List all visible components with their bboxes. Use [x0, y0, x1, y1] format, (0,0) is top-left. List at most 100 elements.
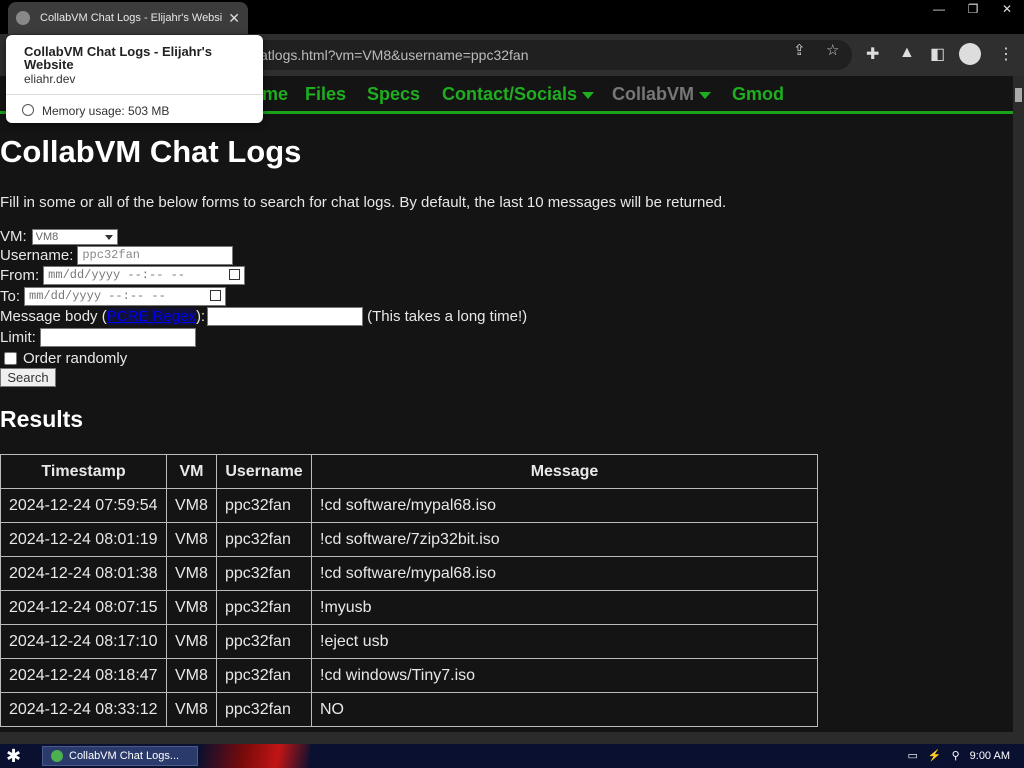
cell-message: !myusb	[311, 590, 818, 625]
cell-username: ppc32fan	[216, 488, 312, 523]
calendar-icon[interactable]	[229, 269, 241, 280]
table-row: 2024-12-24 08:01:38 VM8 ppc32fan !cd softwa…	[0, 556, 818, 591]
taskbar-item-label: CollabVM Chat Logs...	[69, 750, 180, 762]
cell-vm: VM8	[166, 692, 217, 727]
column-header-username: Username	[216, 454, 312, 489]
vertical-scrollbar[interactable]	[1013, 76, 1024, 732]
page-title: CollabVM Chat Logs	[0, 134, 302, 169]
hover-card-domain: eliahr.dev	[24, 72, 76, 86]
browser-tab[interactable]: CollabVM Chat Logs - Elijahr's Website ✕	[8, 2, 248, 34]
table-row: 2024-12-24 08:07:15 VM8 ppc32fan !myusb	[0, 590, 818, 625]
cell-vm: VM8	[166, 488, 217, 523]
nav-item-home[interactable]: me	[262, 84, 288, 105]
cell-timestamp: 2024-12-24 08:01:19	[0, 522, 167, 557]
nav-item-collabvm-label: CollabVM	[612, 84, 695, 104]
cell-username: ppc32fan	[216, 624, 312, 659]
extensions-icon[interactable]: ✚	[866, 44, 879, 64]
tab-hover-card: CollabVM Chat Logs - Elijahr's Website e…	[6, 35, 263, 123]
labs-flask-icon[interactable]: ▲	[899, 44, 915, 62]
random-row: Order randomly	[0, 350, 127, 367]
table-header-row: Timestamp VM Username Message	[0, 454, 818, 489]
vm-select[interactable]: VM8	[31, 228, 118, 245]
username-input[interactable]: ppc32fan	[77, 246, 234, 265]
taskbar-item-browser[interactable]: CollabVM Chat Logs...	[42, 746, 198, 766]
message-label-pre: Message body (	[0, 308, 107, 325]
limit-row: Limit:	[0, 328, 196, 347]
table-row: 2024-12-24 08:18:47 VM8 ppc32fan !cd window…	[0, 658, 818, 693]
divider	[6, 94, 263, 95]
message-row: Message body ( PCRE Regex ): (This takes…	[0, 307, 527, 326]
cell-username: ppc32fan	[216, 522, 312, 557]
bookmark-star-icon[interactable]: ☆	[826, 41, 839, 59]
order-randomly-checkbox[interactable]	[4, 352, 17, 365]
column-header-message: Message	[311, 454, 818, 489]
column-header-timestamp: Timestamp	[0, 454, 167, 489]
from-label: From:	[0, 267, 40, 284]
cell-vm: VM8	[166, 658, 217, 693]
memory-gauge-icon	[22, 104, 34, 116]
nav-item-contact[interactable]: Contact/Socials	[442, 84, 595, 105]
limit-input[interactable]	[39, 328, 196, 347]
browser-app-icon	[51, 750, 63, 762]
cell-timestamp: 2024-12-24 08:17:10	[0, 624, 167, 659]
to-label: To:	[0, 288, 21, 305]
cell-timestamp: 2024-12-24 08:18:47	[0, 658, 167, 693]
dropdown-caret-icon	[582, 91, 595, 99]
calendar-icon[interactable]	[210, 290, 222, 301]
start-button-icon[interactable]: ✱	[6, 746, 21, 767]
username-label: Username:	[0, 247, 74, 264]
network-icon[interactable]: ⚡	[928, 749, 942, 762]
cell-message: !cd software/mypal68.iso	[311, 556, 818, 591]
cell-message: !cd windows/Tiny7.iso	[311, 658, 818, 693]
cell-vm: VM8	[166, 556, 217, 591]
to-row: To: mm/dd/yyyy --:-- --	[0, 287, 227, 306]
cell-username: ppc32fan	[216, 590, 312, 625]
hover-card-title: CollabVM Chat Logs - Elijahr's Website	[24, 44, 212, 72]
close-tab-icon[interactable]: ✕	[228, 10, 240, 27]
vm-row: VM: VM8	[0, 228, 118, 245]
minimize-button[interactable]: —	[922, 0, 956, 18]
profile-avatar-icon[interactable]	[959, 43, 981, 65]
clock[interactable]: 9:00 AM	[970, 750, 1010, 762]
browser-titlebar: CollabVM Chat Logs - Elijahr's Website ✕…	[0, 0, 1024, 34]
to-datetime-input[interactable]: mm/dd/yyyy --:-- --	[24, 287, 227, 306]
address-bar[interactable]: atlogs.html?vm=VM8&username=ppc32fan	[180, 40, 852, 70]
tab-title: CollabVM Chat Logs - Elijahr's Website	[40, 12, 223, 24]
message-note: (This takes a long time!)	[367, 308, 528, 325]
table-row: 2024-12-24 08:33:12 VM8 ppc32fan NO	[0, 692, 818, 727]
order-randomly-label: Order randomly	[23, 350, 128, 367]
from-placeholder: mm/dd/yyyy --:-- --	[48, 268, 185, 282]
web-page: me Files Specs Contact/Socials CollabVM …	[0, 76, 1013, 732]
cell-username: ppc32fan	[216, 692, 312, 727]
cell-message: NO	[311, 692, 818, 727]
side-panel-icon[interactable]: ◧	[930, 44, 945, 64]
pcre-regex-link[interactable]: PCRE Regex	[106, 308, 196, 325]
system-tray: ▭ ⚡ ⚲ 9:00 AM	[907, 749, 1010, 763]
search-button[interactable]: Search	[0, 368, 56, 387]
cell-vm: VM8	[166, 624, 217, 659]
close-window-button[interactable]: ✕	[990, 0, 1024, 18]
results-heading: Results	[0, 406, 84, 432]
to-placeholder: mm/dd/yyyy --:-- --	[29, 289, 166, 303]
keyboard-icon[interactable]: ▭	[907, 749, 917, 762]
cell-message: !cd software/mypal68.iso	[311, 488, 818, 523]
cell-timestamp: 2024-12-24 08:01:38	[0, 556, 167, 591]
scrollbar-thumb[interactable]	[1015, 88, 1022, 102]
nav-item-gmod[interactable]: Gmod	[732, 84, 784, 105]
results-table: Timestamp VM Username Message 2024-12-24…	[0, 454, 818, 727]
cell-message: !cd software/7zip32bit.iso	[311, 522, 818, 557]
nav-item-specs[interactable]: Specs	[367, 84, 420, 105]
dropdown-caret-icon	[699, 91, 712, 99]
from-datetime-input[interactable]: mm/dd/yyyy --:-- --	[43, 266, 246, 285]
search-icon[interactable]: ⚲	[952, 749, 960, 762]
horizontal-scrollbar[interactable]	[0, 732, 1024, 744]
cell-timestamp: 2024-12-24 08:07:15	[0, 590, 167, 625]
restore-button[interactable]: ❐	[956, 0, 990, 18]
menu-kebab-icon[interactable]: ⋮	[998, 44, 1014, 64]
nav-item-collabvm[interactable]: CollabVM	[612, 84, 712, 105]
share-icon[interactable]: ⇪	[793, 41, 806, 59]
message-body-input[interactable]	[207, 307, 364, 326]
from-row: From: mm/dd/yyyy --:-- --	[0, 266, 246, 285]
nav-item-files[interactable]: Files	[305, 84, 346, 105]
limit-label: Limit:	[0, 329, 36, 346]
